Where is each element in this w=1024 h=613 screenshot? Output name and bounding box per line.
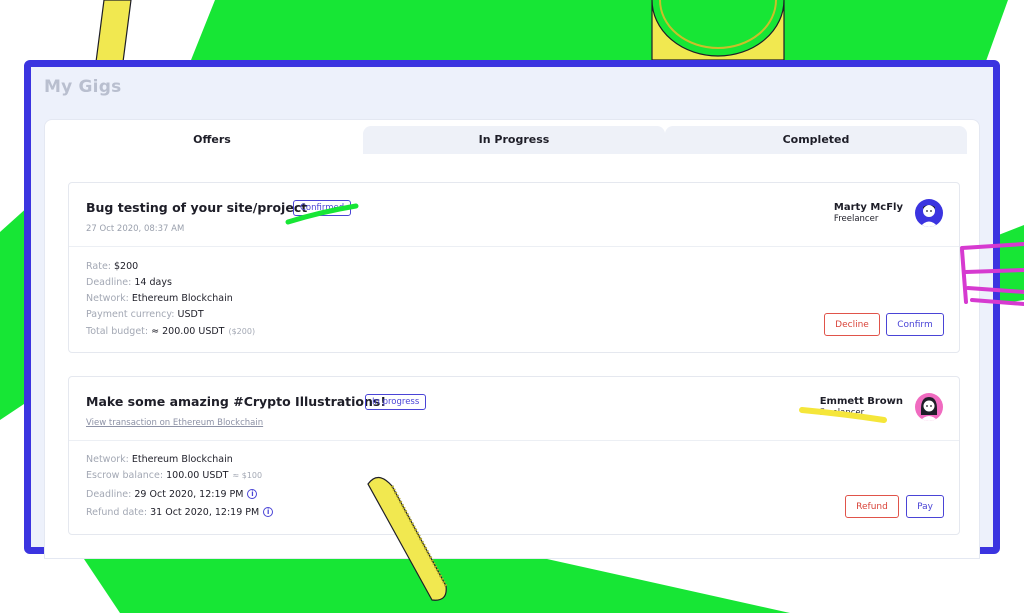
deadline-row: Deadline: 14 days bbox=[86, 277, 172, 288]
page-title: My Gigs bbox=[44, 77, 122, 97]
freelancer-name: Emmett Brown bbox=[819, 396, 903, 407]
gig-card-header: Make some amazing #Crypto Illustrations!… bbox=[69, 377, 959, 441]
gig-card: Make some amazing #Crypto Illustrations!… bbox=[68, 376, 960, 535]
freelancer-name: Marty McFly bbox=[833, 202, 903, 213]
confirm-button[interactable]: Confirm bbox=[886, 313, 944, 336]
currency-label: Payment currency: bbox=[86, 309, 175, 320]
network-row: Network: Ethereum Blockchain bbox=[86, 454, 233, 465]
budget-row: Total budget: ≈ 200.00 USDT ($200) bbox=[86, 326, 255, 337]
network-row: Network: Ethereum Blockchain bbox=[86, 293, 233, 304]
currency-value: USDT bbox=[177, 309, 204, 320]
coin-left bbox=[95, 0, 132, 63]
deadline-value: 29 Oct 2020, 12:19 PM bbox=[134, 489, 244, 500]
deadline-label: Deadline: bbox=[86, 489, 132, 500]
network-label: Network: bbox=[86, 293, 129, 304]
escrow-row: Escrow balance: 100.00 USDT ≈ $100 bbox=[86, 470, 262, 481]
freelancer-info: Marty McFly Freelancer bbox=[834, 202, 903, 224]
tab-bar: Offers In Progress Completed bbox=[61, 126, 967, 154]
gig-date: 27 Oct 2020, 08:37 AM bbox=[86, 224, 185, 234]
rate-value: $200 bbox=[114, 261, 139, 272]
tab-completed[interactable]: Completed bbox=[665, 126, 967, 154]
decline-button[interactable]: Decline bbox=[824, 313, 880, 336]
avatar[interactable] bbox=[915, 199, 943, 227]
deadline-label: Deadline: bbox=[86, 277, 132, 288]
gig-card: Bug testing of your site/project Confirm… bbox=[68, 182, 960, 353]
refund-button[interactable]: Refund bbox=[845, 495, 899, 518]
gig-title: Make some amazing #Crypto Illustrations! bbox=[86, 394, 387, 409]
refund-date-value: 31 Oct 2020, 12:19 PM bbox=[150, 507, 260, 518]
green-shape-bottom bbox=[80, 553, 790, 613]
info-icon[interactable]: i bbox=[247, 489, 258, 499]
escrow-value: 100.00 USDT bbox=[166, 470, 229, 481]
gig-card-header: Bug testing of your site/project Confirm… bbox=[69, 183, 959, 247]
rate-row: Rate: $200 bbox=[86, 261, 138, 272]
budget-label: Total budget: bbox=[86, 326, 149, 337]
deadline-row: Deadline: 29 Oct 2020, 12:19 PM i bbox=[86, 489, 258, 500]
deadline-value: 14 days bbox=[134, 277, 172, 288]
currency-row: Payment currency: USDT bbox=[86, 309, 204, 320]
freelancer-info: Emmett Brown Freelancer bbox=[820, 396, 903, 418]
gig-title: Bug testing of your site/project bbox=[86, 200, 308, 215]
freelancer-role: Freelancer bbox=[819, 408, 865, 418]
app-window: My Gigs Offers In Progress Completed Bug… bbox=[24, 60, 1000, 559]
freelancer-role: Freelancer bbox=[833, 214, 879, 224]
status-badge: Confirmed bbox=[293, 200, 352, 216]
network-value: Ethereum Blockchain bbox=[131, 454, 233, 465]
budget-note: ($200) bbox=[228, 327, 256, 336]
refund-date-label: Refund date: bbox=[86, 507, 148, 518]
info-icon[interactable]: i bbox=[263, 507, 274, 517]
pay-button[interactable]: Pay bbox=[906, 495, 944, 518]
avatar[interactable] bbox=[915, 393, 943, 421]
status-badge: In progress bbox=[365, 394, 427, 410]
tab-offers[interactable]: Offers bbox=[61, 126, 363, 154]
gigs-panel: Offers In Progress Completed Bug testing… bbox=[44, 119, 980, 559]
rate-label: Rate: bbox=[86, 261, 111, 272]
view-transaction-link[interactable]: View transaction on Ethereum Blockchain bbox=[86, 418, 263, 428]
network-label: Network: bbox=[86, 454, 129, 465]
refund-date-row: Refund date: 31 Oct 2020, 12:19 PM i bbox=[86, 507, 274, 518]
escrow-note: ≈ $100 bbox=[232, 471, 263, 480]
network-value: Ethereum Blockchain bbox=[131, 293, 233, 304]
escrow-label: Escrow balance: bbox=[86, 470, 164, 481]
budget-value: ≈ 200.00 USDT bbox=[151, 326, 225, 337]
tab-in-progress[interactable]: In Progress bbox=[363, 126, 665, 154]
